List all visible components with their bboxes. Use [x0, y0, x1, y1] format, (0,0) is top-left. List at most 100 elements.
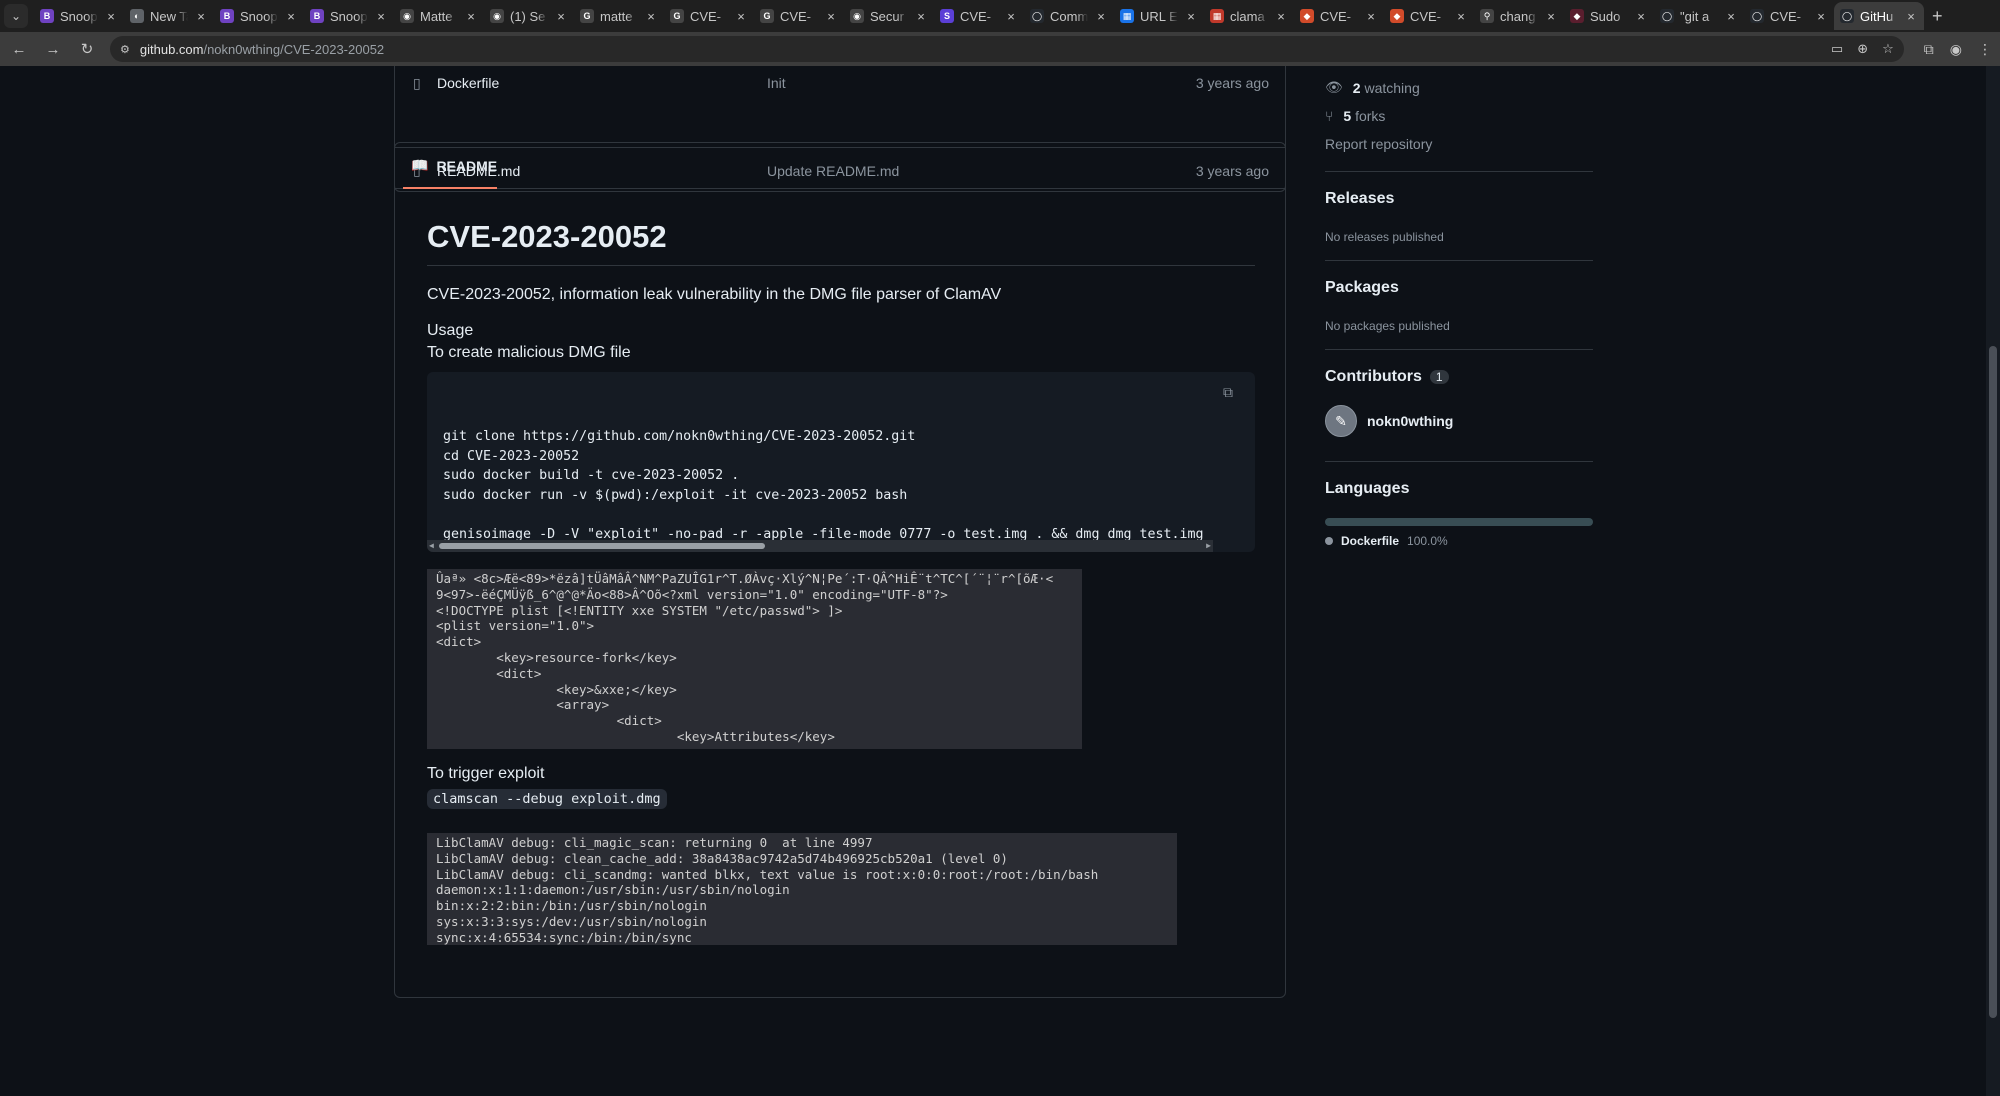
browser-tab[interactable]: G CVE- ×: [754, 2, 844, 30]
browser-tab[interactable]: S CVE- ×: [934, 2, 1024, 30]
browser-tab[interactable]: G CVE- ×: [664, 2, 754, 30]
tab-close-icon[interactable]: ×: [1544, 9, 1558, 24]
tab-favicon-icon: ▦: [1120, 9, 1134, 23]
contributors-count-badge: 1: [1429, 370, 1449, 384]
install-app-icon[interactable]: ▭: [1831, 41, 1843, 57]
tab-close-icon[interactable]: ×: [464, 9, 478, 24]
forks-count: 5: [1343, 108, 1352, 124]
page-scroll-thumb[interactable]: [1989, 346, 1997, 1018]
inline-code: clamscan --debug exploit.dmg: [427, 789, 667, 809]
forks-link[interactable]: ⑂ 5 forks: [1325, 108, 1385, 124]
browser-tab[interactable]: B Snoop ×: [214, 2, 304, 30]
browser-tab[interactable]: ▦ URL E ×: [1114, 2, 1204, 30]
commit-message[interactable]: Init: [767, 75, 786, 91]
tab-close-icon[interactable]: ×: [374, 9, 388, 24]
browser-tab[interactable]: ◆ CVE- ×: [1384, 2, 1474, 30]
extensions-icon[interactable]: ⧉: [1924, 41, 1934, 58]
tab-close-icon[interactable]: ×: [824, 9, 838, 24]
trigger-command: clamscan --debug exploit.dmg: [427, 789, 667, 809]
tab-close-icon[interactable]: ×: [104, 9, 118, 24]
browser-tab[interactable]: ◯ CVE- ×: [1744, 2, 1834, 30]
code-horizontal-scrollbar[interactable]: ◀ ▶: [427, 540, 1213, 552]
book-icon: 📖: [411, 157, 429, 173]
tab-favicon-icon: ◆: [1300, 9, 1314, 23]
releases-heading[interactable]: Releases: [1325, 190, 1394, 208]
address-bar[interactable]: ⚙ github.com/nokn0wthing/CVE-2023-20052 …: [110, 36, 1904, 62]
watching-link[interactable]: 👁 2 watching: [1325, 79, 1420, 96]
browser-tab[interactable]: ◉ Secur ×: [844, 2, 934, 30]
reload-icon[interactable]: ↻: [76, 40, 98, 58]
browser-tab[interactable]: ◆ Sudo ×: [1564, 2, 1654, 30]
tab-close-icon[interactable]: ×: [1904, 9, 1918, 24]
browser-tab[interactable]: ◯ "git a ×: [1654, 2, 1744, 30]
browser-tab[interactable]: B Snoop ×: [34, 2, 124, 30]
tab-favicon-icon: ◯: [1030, 9, 1044, 23]
tab-favicon-icon: ⚲: [1480, 9, 1494, 23]
browser-tab[interactable]: ◯ GitHu ×: [1834, 2, 1924, 30]
tab-close-icon[interactable]: ×: [914, 9, 928, 24]
copy-icon[interactable]: ⧉: [1223, 384, 1241, 402]
tab-favicon-icon: ◉: [490, 9, 504, 23]
browser-tab[interactable]: ◐ New Tab ×: [124, 2, 214, 30]
browser-tab[interactable]: B Snoop ×: [304, 2, 394, 30]
tab-favicon-icon: ◉: [400, 9, 414, 23]
browser-tab[interactable]: ◉ Matte ×: [394, 2, 484, 30]
bookmark-star-icon[interactable]: ☆: [1882, 41, 1894, 57]
tab-close-icon[interactable]: ×: [1634, 9, 1648, 24]
tab-close-icon[interactable]: ×: [194, 9, 208, 24]
browser-tab[interactable]: ◆ CVE- ×: [1294, 2, 1384, 30]
back-icon[interactable]: ←: [8, 41, 30, 58]
screenshot-line: <plist version="1.0">: [436, 618, 595, 634]
screenshot-line: <!DOCTYPE plist [<!ENTITY xxe SYSTEM "/e…: [436, 602, 843, 618]
tab-title: New Tab: [150, 8, 188, 24]
divider: [1325, 260, 1593, 261]
tab-favicon-icon: ◆: [1390, 9, 1404, 23]
forward-icon[interactable]: →: [42, 41, 64, 58]
avatar[interactable]: ✎: [1325, 405, 1357, 437]
profile-icon[interactable]: ◉: [1950, 41, 1962, 58]
tab-close-icon[interactable]: ×: [1724, 9, 1738, 24]
tab-close-icon[interactable]: ×: [1094, 9, 1108, 24]
scroll-thumb[interactable]: [439, 543, 765, 549]
page-scrollbar[interactable]: [1986, 66, 2000, 1096]
contributor-item[interactable]: ✎ nokn0wthing: [1325, 405, 1453, 437]
tab-title: clama: [1230, 8, 1265, 24]
tab-close-icon[interactable]: ×: [1364, 9, 1378, 24]
zoom-icon[interactable]: ⊕: [1857, 41, 1868, 57]
tab-search-button[interactable]: ⌄: [4, 4, 28, 28]
contributor-name[interactable]: nokn0wthing: [1367, 413, 1453, 429]
language-item[interactable]: Dockerfile 100.0%: [1325, 534, 1448, 548]
readme-tab-label: README: [436, 157, 498, 174]
tab-close-icon[interactable]: ×: [1814, 9, 1828, 24]
browser-tab[interactable]: ▦ clama ×: [1204, 2, 1294, 30]
report-repository-link[interactable]: Report repository: [1325, 136, 1432, 152]
contributors-heading[interactable]: Contributors 1: [1325, 368, 1449, 386]
file-row[interactable]: ▯ Dockerfile Init 3 years ago: [395, 66, 1285, 103]
scroll-left-icon[interactable]: ◀: [429, 540, 434, 552]
tab-favicon-icon: B: [310, 9, 324, 23]
tab-close-icon[interactable]: ×: [1454, 9, 1468, 24]
file-name[interactable]: Dockerfile: [437, 75, 499, 91]
tab-close-icon[interactable]: ×: [1004, 9, 1018, 24]
usage-heading: Usage: [427, 322, 474, 339]
tab-close-icon[interactable]: ×: [554, 9, 568, 24]
browser-tab[interactable]: ◉ (1) Se ×: [484, 2, 574, 30]
browser-tab[interactable]: Gmatte ×: [574, 2, 664, 30]
tab-close-icon[interactable]: ×: [1274, 9, 1288, 24]
scroll-right-icon[interactable]: ▶: [1206, 540, 1211, 552]
tab-close-icon[interactable]: ×: [284, 9, 298, 24]
tab-close-icon[interactable]: ×: [1184, 9, 1198, 24]
tab-close-icon[interactable]: ×: [644, 9, 658, 24]
browser-tab[interactable]: ⚲ chang ×: [1474, 2, 1564, 30]
readme-tab[interactable]: 📖 README: [395, 143, 1285, 189]
new-tab-button[interactable]: +: [1932, 6, 1943, 27]
screenshot-line: <dict>: [436, 665, 542, 681]
code-block[interactable]: git clone https://github.com/nokn0wthing…: [427, 372, 1255, 552]
tab-close-icon[interactable]: ×: [734, 9, 748, 24]
browser-menu-icon[interactable]: ⋮: [1978, 41, 1992, 58]
site-info-icon[interactable]: ⚙: [120, 43, 130, 56]
tab-favicon-icon: G: [670, 9, 684, 23]
packages-heading[interactable]: Packages: [1325, 279, 1399, 297]
browser-tab[interactable]: ◯ Comm ×: [1024, 2, 1114, 30]
